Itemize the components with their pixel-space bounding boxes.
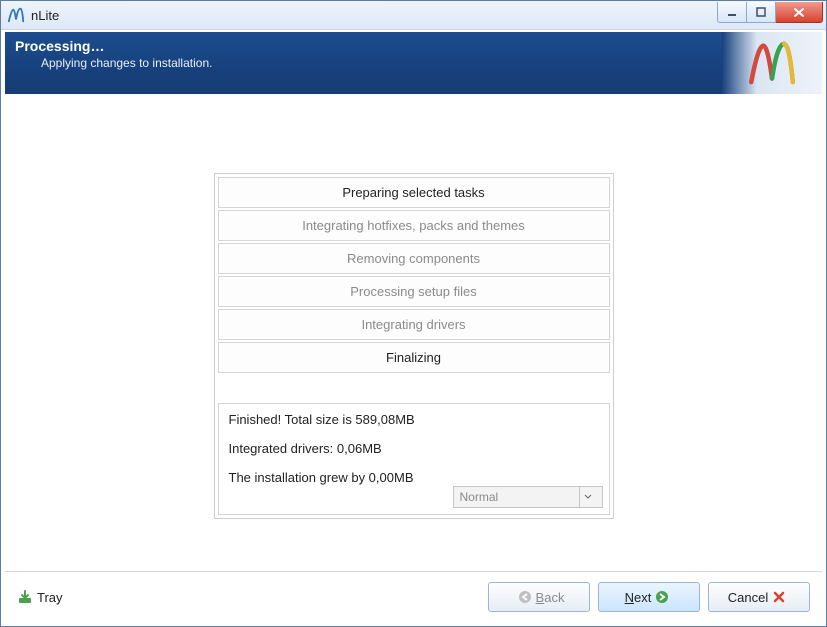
titlebar: nLite <box>1 1 826 30</box>
window-title: nLite <box>31 8 59 23</box>
task-item: Integrating drivers <box>218 309 610 340</box>
button-bar: Tray Back Next Cancel <box>5 571 822 622</box>
maximize-button[interactable] <box>747 2 776 23</box>
cancel-button[interactable]: Cancel <box>708 582 810 612</box>
task-list: Preparing selected tasks Integrating hot… <box>218 177 610 373</box>
banner-logo <box>722 32 822 94</box>
progress-panel: Preparing selected tasks Integrating hot… <box>214 173 614 519</box>
tray-icon <box>17 589 33 605</box>
arrow-right-icon <box>655 590 669 604</box>
app-icon <box>7 6 25 24</box>
next-button[interactable]: Next <box>598 582 700 612</box>
back-button[interactable]: Back <box>488 582 590 612</box>
close-button[interactable] <box>776 2 823 23</box>
log-line: Finished! Total size is 589,08MB <box>229 412 599 427</box>
task-item: Preparing selected tasks <box>218 177 610 208</box>
minimize-button[interactable] <box>717 2 747 23</box>
next-label: Next <box>625 590 652 605</box>
banner-subtitle: Applying changes to installation. <box>41 56 812 70</box>
cancel-label: Cancel <box>728 590 768 605</box>
banner: Processing… Applying changes to installa… <box>5 32 822 94</box>
main-area: Preparing selected tasks Integrating hot… <box>5 97 822 568</box>
log-level-value: Normal <box>460 490 499 504</box>
tray-button[interactable]: Tray <box>17 589 63 605</box>
app-window: nLite Processing… Applying changes to in… <box>0 0 827 627</box>
log-line: Integrated drivers: 0,06MB <box>229 441 599 456</box>
log-box: Finished! Total size is 589,08MB Integra… <box>218 403 610 515</box>
back-label: Back <box>536 590 565 605</box>
task-item: Finalizing <box>218 342 610 373</box>
close-icon <box>772 590 786 604</box>
arrow-left-icon <box>518 590 532 604</box>
window-controls <box>717 2 823 22</box>
task-item: Integrating hotfixes, packs and themes <box>218 210 610 241</box>
task-item: Removing components <box>218 243 610 274</box>
tray-label: Tray <box>37 590 63 605</box>
task-item: Processing setup files <box>218 276 610 307</box>
log-level-select[interactable]: Normal <box>453 486 603 508</box>
banner-heading: Processing… <box>15 38 812 54</box>
chevron-down-icon <box>579 487 596 507</box>
log-line: The installation grew by 0,00MB <box>229 470 599 485</box>
